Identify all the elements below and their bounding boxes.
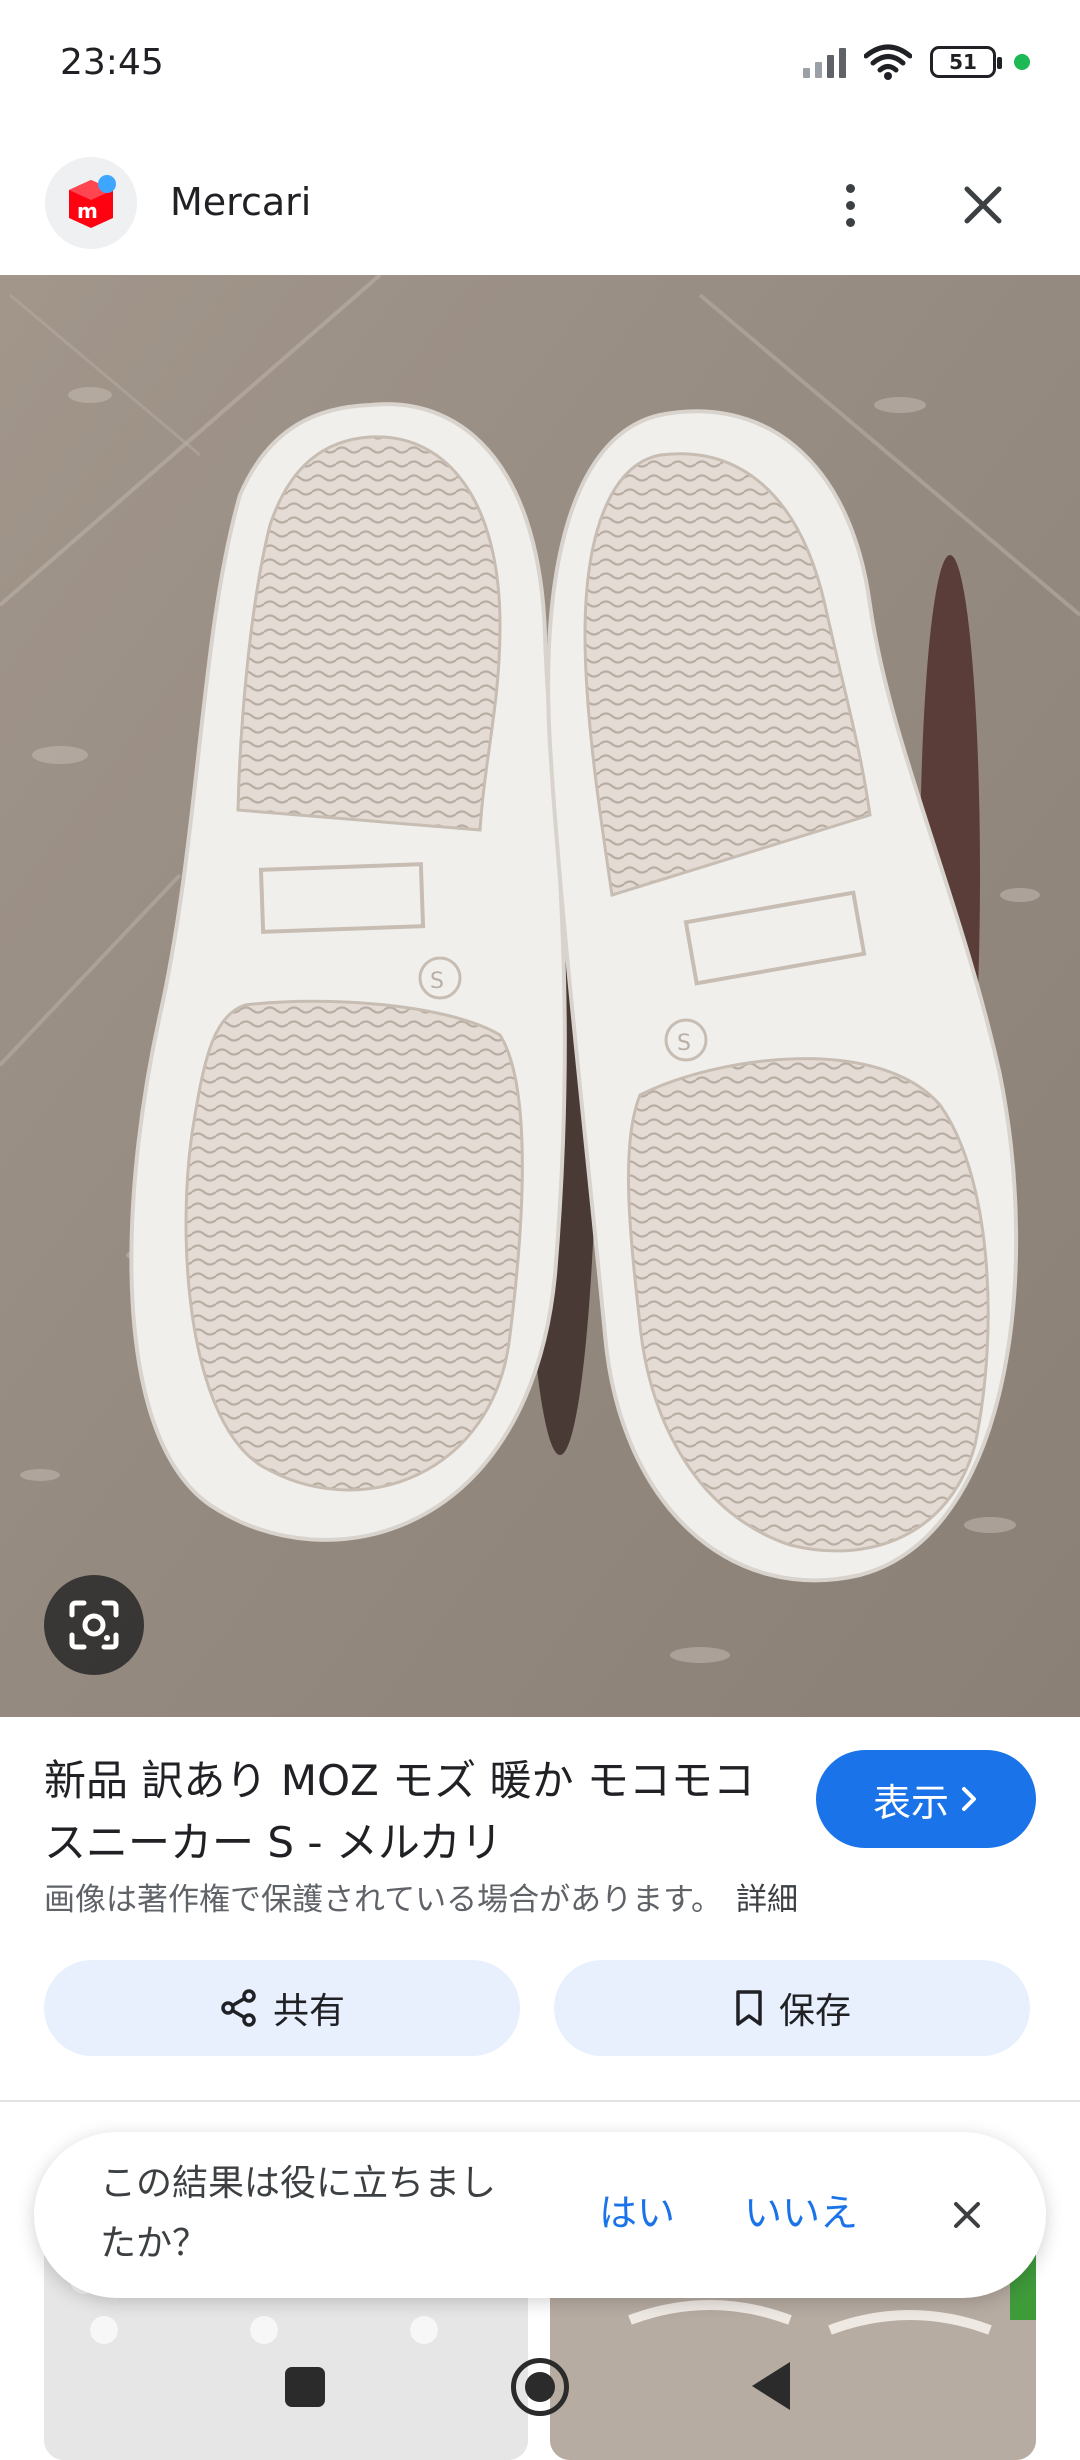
share-icon bbox=[221, 1989, 256, 2027]
more-vert-icon bbox=[845, 183, 855, 193]
details-link[interactable]: 詳細 bbox=[736, 1882, 798, 1918]
result-title[interactable]: 新品 訳あり MOZ モズ 暖か モコモコ スニーカー S - メルカリ bbox=[44, 1750, 784, 1874]
home-button[interactable] bbox=[511, 2358, 569, 2416]
chevron-right-icon bbox=[962, 1787, 976, 1811]
feedback-card: この結果は役に立ちまし たか？ はい いいえ bbox=[34, 2132, 1046, 2298]
wifi-icon bbox=[864, 44, 912, 80]
google-lens-result-screen: 23:45 51 m Mercari S S 新品 訳あり MOZ モズ 暖か … bbox=[0, 0, 1080, 2460]
share-label: 共有 bbox=[272, 1991, 345, 2032]
result-title-line1: 新品 訳あり MOZ モズ 暖か モコモコ bbox=[44, 1756, 755, 1805]
feedback-close-button[interactable] bbox=[934, 2182, 1000, 2248]
status-icons: 51 bbox=[803, 44, 1030, 80]
status-bar: 23:45 51 bbox=[0, 0, 1080, 130]
privacy-indicator-dot bbox=[1014, 54, 1030, 70]
feedback-yes-button[interactable]: はい bbox=[599, 2182, 675, 2237]
signal-icon bbox=[803, 46, 846, 78]
close-icon bbox=[954, 2202, 980, 2228]
bookmark-icon bbox=[736, 1990, 762, 2026]
close-button[interactable] bbox=[950, 172, 1016, 238]
recents-button[interactable] bbox=[285, 2367, 325, 2407]
visit-label: 表示 bbox=[872, 1780, 949, 1825]
source-name[interactable]: Mercari bbox=[170, 180, 311, 224]
save-button[interactable]: 保存 bbox=[554, 1960, 1030, 2056]
source-header: m Mercari bbox=[0, 150, 1080, 260]
google-lens-icon bbox=[69, 1600, 119, 1650]
lens-search-button[interactable] bbox=[44, 1575, 144, 1675]
feedback-question: この結果は役に立ちまし たか？ bbox=[100, 2154, 580, 2274]
close-icon bbox=[964, 186, 1002, 224]
copyright-notice: 画像は著作権で保護されている場合があります。 詳細 bbox=[44, 1874, 798, 1919]
feedback-question-line2: たか？ bbox=[100, 2223, 209, 2264]
more-options-button[interactable] bbox=[820, 172, 880, 238]
svg-text:m: m bbox=[77, 199, 98, 223]
save-label: 保存 bbox=[778, 1991, 851, 2032]
battery-icon: 51 bbox=[930, 46, 1002, 78]
status-time: 23:45 bbox=[60, 42, 164, 83]
svg-text:S: S bbox=[677, 1031, 691, 1056]
share-button[interactable]: 共有 bbox=[44, 1960, 520, 2056]
result-image[interactable]: S S bbox=[0, 275, 1080, 1717]
mercari-logo-icon[interactable]: m bbox=[45, 157, 137, 249]
section-divider bbox=[0, 2100, 1080, 2102]
feedback-no-button[interactable]: いいえ bbox=[744, 2182, 858, 2237]
svg-text:S: S bbox=[430, 969, 444, 994]
visit-button[interactable]: 表示 bbox=[816, 1750, 1036, 1848]
home-icon bbox=[525, 2372, 555, 2402]
back-button[interactable] bbox=[752, 2362, 790, 2410]
system-nav-bar bbox=[0, 2330, 1080, 2460]
result-title-line2: スニーカー S - メルカリ bbox=[44, 1818, 503, 1867]
copyright-text: 画像は著作権で保護されている場合があります。 bbox=[44, 1882, 722, 1918]
feedback-question-line1: この結果は役に立ちまし bbox=[100, 2163, 497, 2204]
